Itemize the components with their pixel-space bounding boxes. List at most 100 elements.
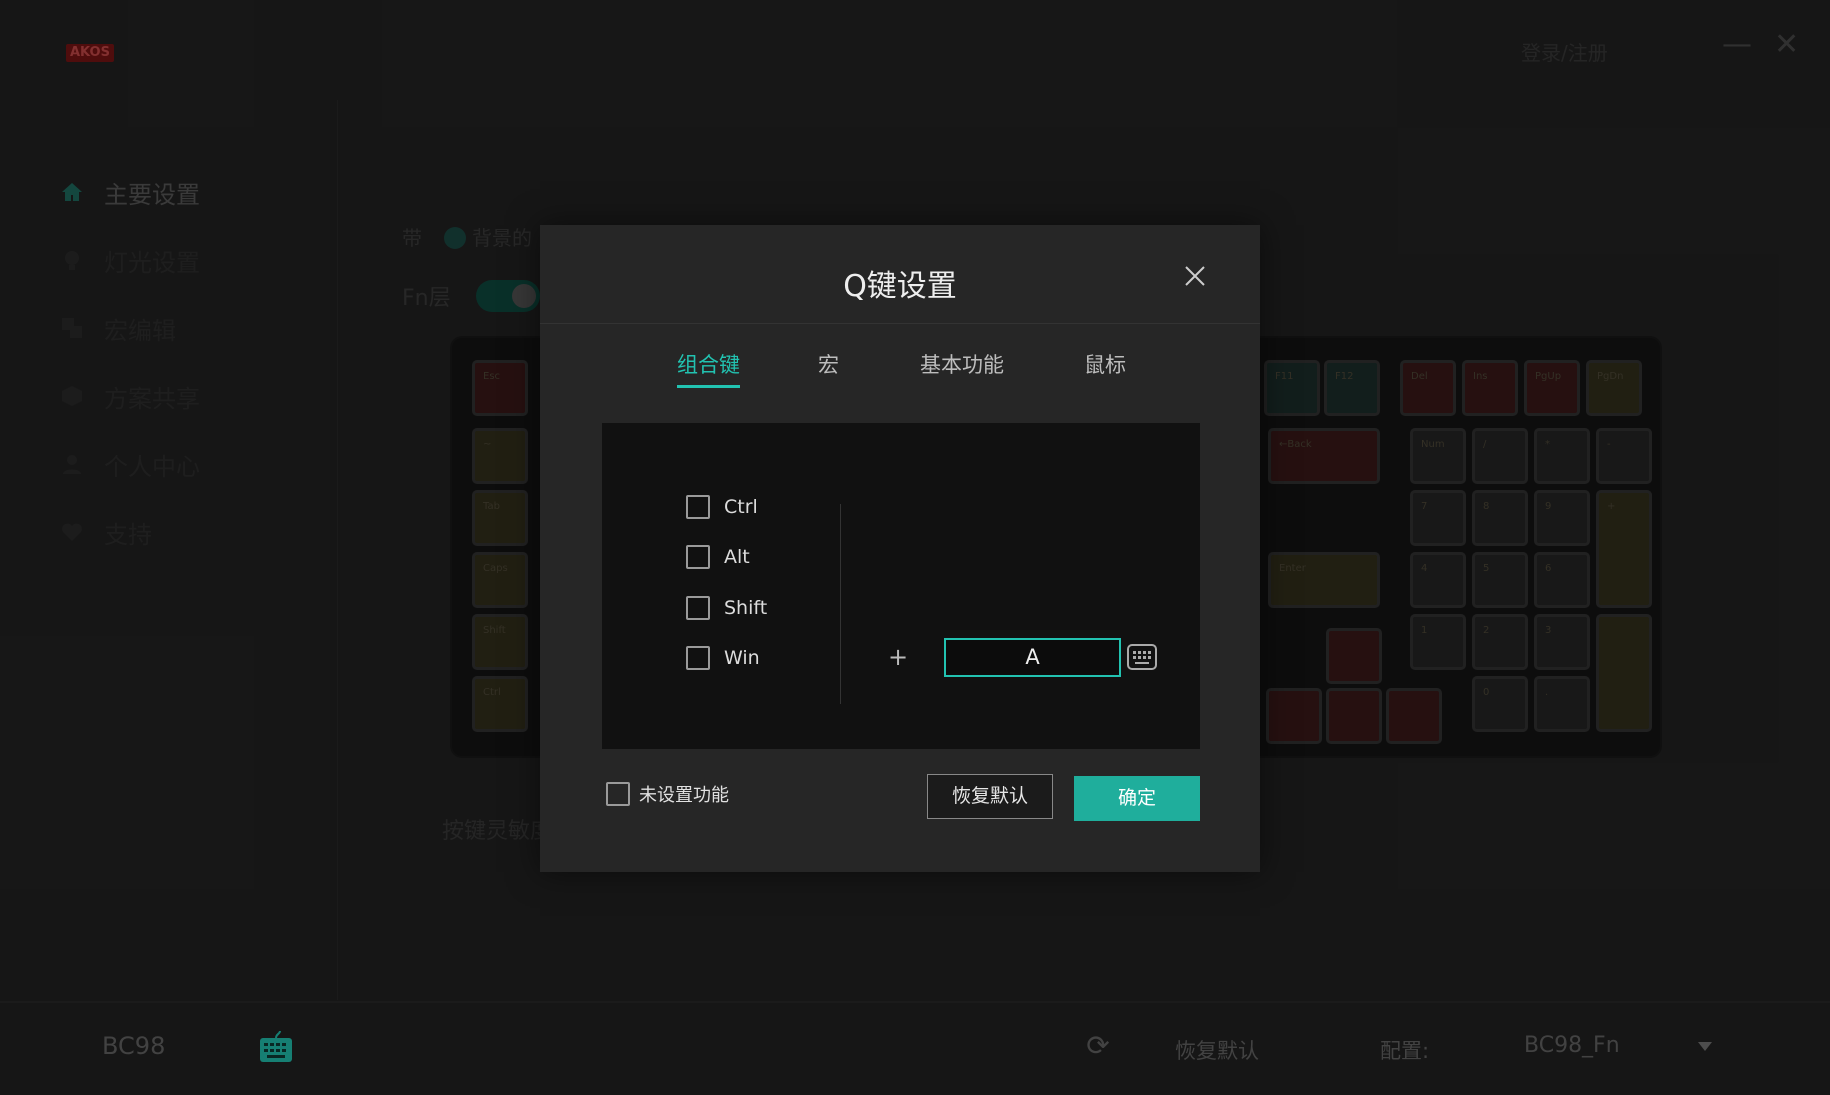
user-icon [63, 455, 81, 474]
tab-basic-function[interactable]: 基本功能 [920, 349, 1004, 379]
key-arrow-up[interactable] [1326, 628, 1382, 684]
key-label: + [1607, 501, 1616, 512]
key-num-enter[interactable] [1596, 614, 1652, 732]
key-arrow-left[interactable] [1266, 688, 1322, 744]
key-num5[interactable]: 5 [1472, 552, 1528, 608]
modifier-shift[interactable]: Shift [686, 596, 767, 620]
login-link[interactable]: 登录/注册 [1521, 37, 1608, 66]
key-enter[interactable]: Enter [1268, 552, 1380, 608]
sidebar-item-macro[interactable]: 宏编辑 [60, 308, 176, 348]
key-num-plus[interactable]: + [1596, 490, 1652, 608]
key-label: Shift [483, 625, 506, 636]
close-icon[interactable] [1180, 261, 1210, 291]
key-label: / [1483, 439, 1487, 450]
key-label: PgDn [1597, 371, 1624, 382]
unset-function-option[interactable]: 未设置功能 [606, 782, 729, 806]
key-num2[interactable]: 2 [1472, 614, 1528, 670]
tab-mouse[interactable]: 鼠标 [1084, 349, 1126, 379]
key-label: 1 [1421, 625, 1428, 636]
key-label: Enter [1279, 563, 1306, 574]
sidebar: 主要设置 灯光设置 宏编辑 方案共享 个人中心 支持 [0, 100, 338, 1000]
key-pgup[interactable]: PgUp [1524, 360, 1580, 416]
fn-layer-toggle[interactable] [476, 280, 540, 312]
key-arrow-down[interactable] [1326, 688, 1382, 744]
active-tab-indicator [677, 385, 740, 388]
key-pgdn[interactable]: PgDn [1586, 360, 1642, 416]
key-num1[interactable]: 1 [1410, 614, 1466, 670]
key-label: - [1607, 439, 1611, 450]
key-tab[interactable]: Tab [472, 490, 528, 546]
key-num6[interactable]: 6 [1534, 552, 1590, 608]
sidebar-item-lighting[interactable]: 灯光设置 [60, 240, 200, 280]
key-capslock[interactable]: Caps [472, 552, 528, 608]
key-label: 0 [1483, 687, 1490, 698]
key-num-divide[interactable]: / [1472, 428, 1528, 484]
key-num4[interactable]: 4 [1410, 552, 1466, 608]
minimize-button[interactable]: — [1722, 30, 1752, 60]
key-tilde[interactable]: ~ [472, 428, 528, 484]
keyboard-picker-icon[interactable] [1127, 643, 1157, 671]
bulb-icon [65, 251, 79, 270]
tab-macro[interactable]: 宏 [818, 349, 839, 379]
key-num9[interactable]: 9 [1534, 490, 1590, 546]
modifier-win[interactable]: Win [686, 646, 760, 670]
restore-default-button[interactable]: 恢复默认 [927, 774, 1053, 819]
config-select[interactable]: BC98_Fn [1524, 1033, 1620, 1058]
confirm-button[interactable]: 确定 [1074, 776, 1200, 821]
modifier-label: Win [724, 647, 760, 669]
key-del[interactable]: Del [1400, 360, 1456, 416]
dialog-divider [540, 323, 1260, 324]
sidebar-item-label: 灯光设置 [104, 248, 200, 277]
key-ins[interactable]: Ins [1462, 360, 1518, 416]
close-window-button[interactable]: ✕ [1774, 30, 1799, 60]
sidebar-item-main-settings[interactable]: 主要设置 [60, 172, 200, 212]
background-label: 背景的 [472, 226, 532, 250]
modifier-ctrl[interactable]: Ctrl [686, 495, 758, 519]
key-num3[interactable]: 3 [1534, 614, 1590, 670]
fn-layer-label: Fn层 [402, 286, 451, 311]
key-ctrl[interactable]: Ctrl [472, 676, 528, 732]
key-num-minus[interactable]: - [1596, 428, 1652, 484]
config-label: 配置: [1380, 1039, 1430, 1063]
statusbar-restore-default[interactable]: 恢复默认 [1175, 1035, 1259, 1065]
key-label: 2 [1483, 625, 1490, 636]
key-label: . [1545, 687, 1549, 698]
sidebar-item-support[interactable]: 支持 [60, 512, 152, 552]
unset-function-label: 未设置功能 [639, 785, 729, 806]
key-esc[interactable]: Esc [472, 360, 528, 416]
ctrl-checkbox[interactable] [686, 495, 710, 519]
key-f12[interactable]: F12 [1324, 360, 1380, 416]
key-num-multiply[interactable]: * [1534, 428, 1590, 484]
tab-combo-key[interactable]: 组合键 [677, 349, 740, 379]
win-checkbox[interactable] [686, 646, 710, 670]
refresh-icon[interactable]: ⟳ [1082, 1030, 1114, 1062]
sidebar-item-label: 主要设置 [104, 180, 200, 209]
key-num8[interactable]: 8 [1472, 490, 1528, 546]
alt-checkbox[interactable] [686, 545, 710, 569]
key-num7[interactable]: 7 [1410, 490, 1466, 546]
key-arrow-right[interactable] [1386, 688, 1442, 744]
key-label: * [1545, 439, 1550, 450]
sidebar-item-label: 支持 [104, 520, 152, 549]
key-numlock[interactable]: Num [1410, 428, 1466, 484]
combo-key-input[interactable]: A [944, 638, 1121, 677]
key-f11[interactable]: F11 [1264, 360, 1320, 416]
key-num0[interactable]: 0 [1472, 676, 1528, 732]
shift-checkbox[interactable] [686, 596, 710, 620]
modifier-label: Alt [724, 546, 750, 568]
unset-function-checkbox[interactable] [606, 782, 630, 806]
modifier-label: Shift [724, 597, 768, 619]
sidebar-item-share[interactable]: 方案共享 [60, 376, 200, 416]
modifier-alt[interactable]: Alt [686, 545, 750, 569]
chevron-down-icon[interactable] [1698, 1042, 1712, 1051]
keyboard-device-icon[interactable] [258, 1030, 294, 1064]
key-shift[interactable]: Shift [472, 614, 528, 670]
sidebar-item-label: 宏编辑 [104, 316, 176, 345]
key-num-dot[interactable]: . [1534, 676, 1590, 732]
key-backspace[interactable]: ←Back [1268, 428, 1380, 484]
key-label: 9 [1545, 501, 1552, 512]
background-color-dot[interactable] [444, 227, 466, 249]
sidebar-item-profile[interactable]: 个人中心 [60, 444, 200, 484]
plus-sign: + [888, 643, 909, 671]
brand-logo: AKOS [66, 44, 114, 62]
